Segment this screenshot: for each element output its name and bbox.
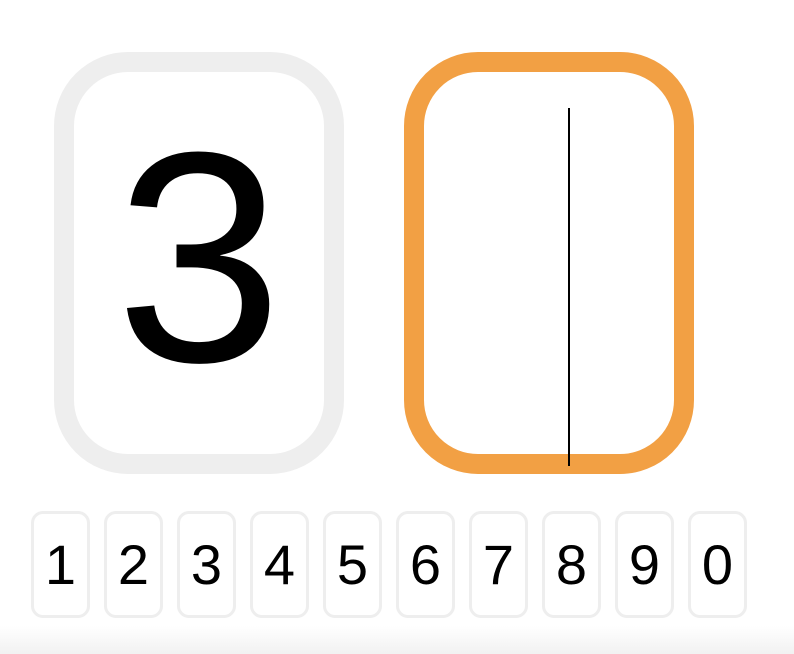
key-4[interactable]: 4 xyxy=(250,511,309,618)
key-8[interactable]: 8 xyxy=(542,511,601,618)
code-digit-1: 3 xyxy=(115,89,283,425)
code-digit-box-2[interactable] xyxy=(404,52,694,474)
text-cursor xyxy=(568,108,570,466)
code-digit-box-1[interactable]: 3 xyxy=(54,52,344,474)
key-2[interactable]: 2 xyxy=(104,511,163,618)
number-keypad: 1 2 3 4 5 6 7 8 9 0 xyxy=(31,511,747,618)
key-6[interactable]: 6 xyxy=(396,511,455,618)
key-3[interactable]: 3 xyxy=(177,511,236,618)
key-0[interactable]: 0 xyxy=(688,511,747,618)
key-7[interactable]: 7 xyxy=(469,511,528,618)
bottom-shadow xyxy=(0,626,794,654)
key-1[interactable]: 1 xyxy=(31,511,90,618)
key-5[interactable]: 5 xyxy=(323,511,382,618)
key-9[interactable]: 9 xyxy=(615,511,674,618)
